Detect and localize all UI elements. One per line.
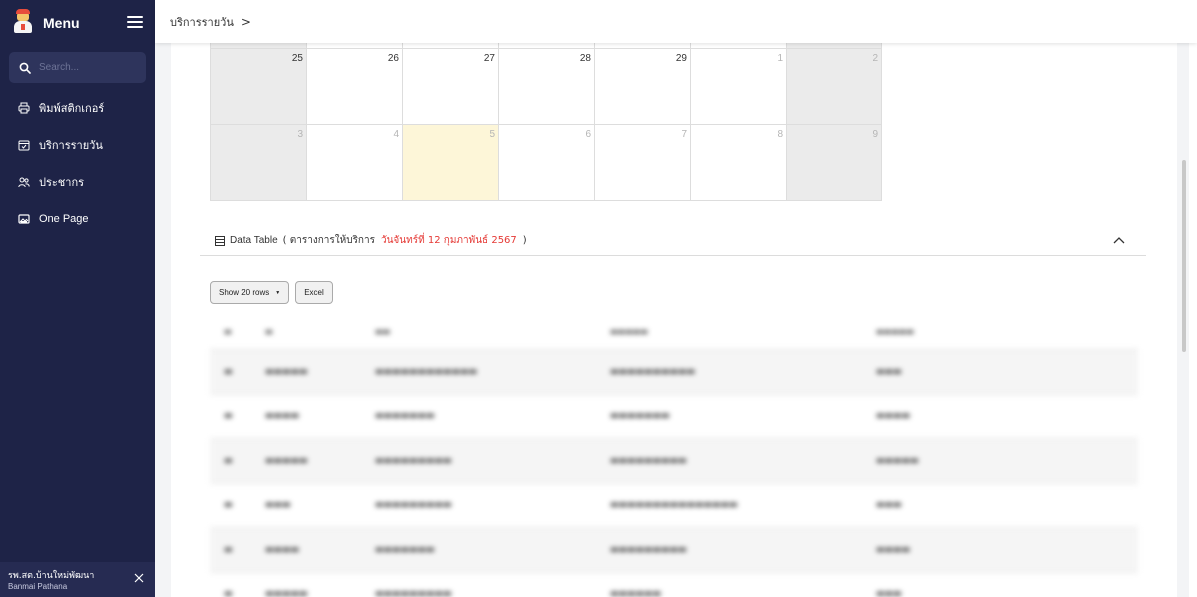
data-table-label: Data Table [230,235,278,246]
users-icon [18,177,30,187]
calendar-day-cell[interactable]: 4 [306,125,402,201]
calendar-day-cell[interactable]: 27 [402,49,498,125]
vertical-scrollbar[interactable] [1182,160,1186,352]
data-table-title: ( ตารางการให้บริการ [282,235,375,246]
hospital-name-th: รพ.สต.บ้านใหม่พัฒนา [8,571,95,581]
table-icon [215,235,225,246]
logo-icon [12,9,34,34]
sidebar-item-label: ประชากร [39,175,85,189]
calendar-day-cell[interactable]: 8 [690,125,786,201]
top-bar: บริการรายวัน > [155,0,1197,43]
sidebar-search[interactable] [9,52,146,83]
sidebar-item-label: บริการรายวัน [39,138,103,152]
table-row[interactable]: ▬▬▬▬▬▬▬▬▬▬▬▬▬▬▬▬▬▬▬▬▬▬▬▬▬▬▬▬▬▬▬ [210,484,1138,528]
main-content: 25 26 27 28 29 1 2 3 4 5 6 7 8 9 Data Ta… [155,0,1189,597]
calendar-day-cell[interactable]: 6 [498,125,594,201]
calendar-day-cell[interactable]: 28 [498,49,594,125]
calendar-icon [18,140,30,150]
breadcrumb-separator: > [240,14,251,29]
data-table-header: Data Table ( ตารางการให้บริการ วันจันทร์… [200,226,1146,256]
show-rows-button[interactable]: Show 20 rows ▼ [210,281,290,304]
search-icon [19,62,31,74]
table-row[interactable]: ▬▬▬▬▬▬▬▬▬▬▬▬▬▬▬▬▬▬▬▬▬▬▬▬▬▬▬▬▬▬▬ [210,350,1138,395]
calendar-day-cell[interactable]: 25 [210,49,306,125]
search-input[interactable] [39,62,129,73]
chevron-up-icon[interactable] [1113,235,1125,245]
sidebar-item-daily-service[interactable]: บริการรายวัน [0,126,155,163]
sidebar-item-label: One Page [39,212,89,225]
hamburger-menu-icon[interactable] [127,16,143,28]
close-icon[interactable] [133,572,145,584]
excel-export-button[interactable]: Excel [295,281,333,304]
printer-icon [18,102,30,113]
calendar-day-cell[interactable]: 26 [306,49,402,125]
sidebar-footer: รพ.สต.บ้านใหม่พัฒนา Banmai Pathana [0,562,155,597]
blurred-data-table: ▬ ▬ ▬▬ ▬▬▬▬▬ ▬▬▬▬▬ ▬ ▬▬▬▬▬ ▬▬▬▬▬▬▬▬▬▬▬▬ ▬▬▬… [210,314,1138,597]
table-row[interactable]: ▬ ▬▬▬▬ ▬▬▬▬▬▬▬ ▬▬▬▬▬▬▬▬▬ ▬▬▬▬ [210,528,1138,573]
breadcrumb: บริการรายวัน > [170,13,251,31]
table-toolbar: Show 20 rows ▼ Excel [210,281,333,304]
excel-label: Excel [304,288,324,297]
sidebar-header: Menu [0,0,155,44]
sidebar-item-one-page[interactable]: One Page [0,200,155,237]
breadcrumb-current[interactable]: บริการรายวัน [170,13,234,31]
calendar-day-cell[interactable]: 2 [786,49,882,125]
show-rows-label: Show 20 rows [219,288,270,297]
calendar-day-cell[interactable]: 7 [594,125,690,201]
sidebar-item-print-sticker[interactable]: พิมพ์สติกเกอร์ [0,89,155,126]
data-table-title-close: ) [522,235,527,246]
sidebar-item-label: พิมพ์สติกเกอร์ [39,101,105,115]
table-header-row: ▬ ▬ ▬▬ ▬▬▬▬▬ ▬▬▬▬▬ [210,314,1138,350]
sidebar-title: Menu [43,15,80,31]
calendar-week-row: 25 26 27 28 29 1 2 [210,49,882,125]
caret-down-icon: ▼ [275,289,281,296]
table-row[interactable]: ▬ ▬▬▬▬▬ ▬▬▬▬▬▬▬▬▬ ▬▬▬▬▬▬▬▬▬ ▬▬▬▬▬ [210,439,1138,484]
image-icon [18,213,30,224]
calendar-day-cell-today[interactable]: 5 [402,125,498,201]
calendar-week-row: 3 4 5 6 7 8 9 [210,125,882,201]
sidebar-item-population[interactable]: ประชากร [0,163,155,200]
sidebar: Menu พิมพ์สติกเกอร์ บริการรายวัน ประชากร… [0,0,155,597]
table-row[interactable]: ▬ ▬▬▬▬▬ ▬▬▬▬▬▬▬▬▬ ▬▬▬▬▬▬ ▬▬▬ [210,573,1138,597]
calendar-day-cell[interactable]: 29 [594,49,690,125]
hospital-name-en: Banmai Pathana [8,582,68,591]
calendar: 25 26 27 28 29 1 2 3 4 5 6 7 8 9 [210,32,882,201]
calendar-day-cell[interactable]: 9 [786,125,882,201]
calendar-day-cell[interactable]: 1 [690,49,786,125]
table-row[interactable]: ▬ ▬▬▬▬ ▬▬▬▬▬▬▬ ▬▬▬▬▬▬▬ ▬▬▬▬ [210,395,1138,439]
calendar-day-cell[interactable]: 3 [210,125,306,201]
data-table-date: วันจันทร์ที่ 12 กุมภาพันธ์ 2567 [380,235,517,246]
content-card: 25 26 27 28 29 1 2 3 4 5 6 7 8 9 Data Ta… [171,0,1177,597]
